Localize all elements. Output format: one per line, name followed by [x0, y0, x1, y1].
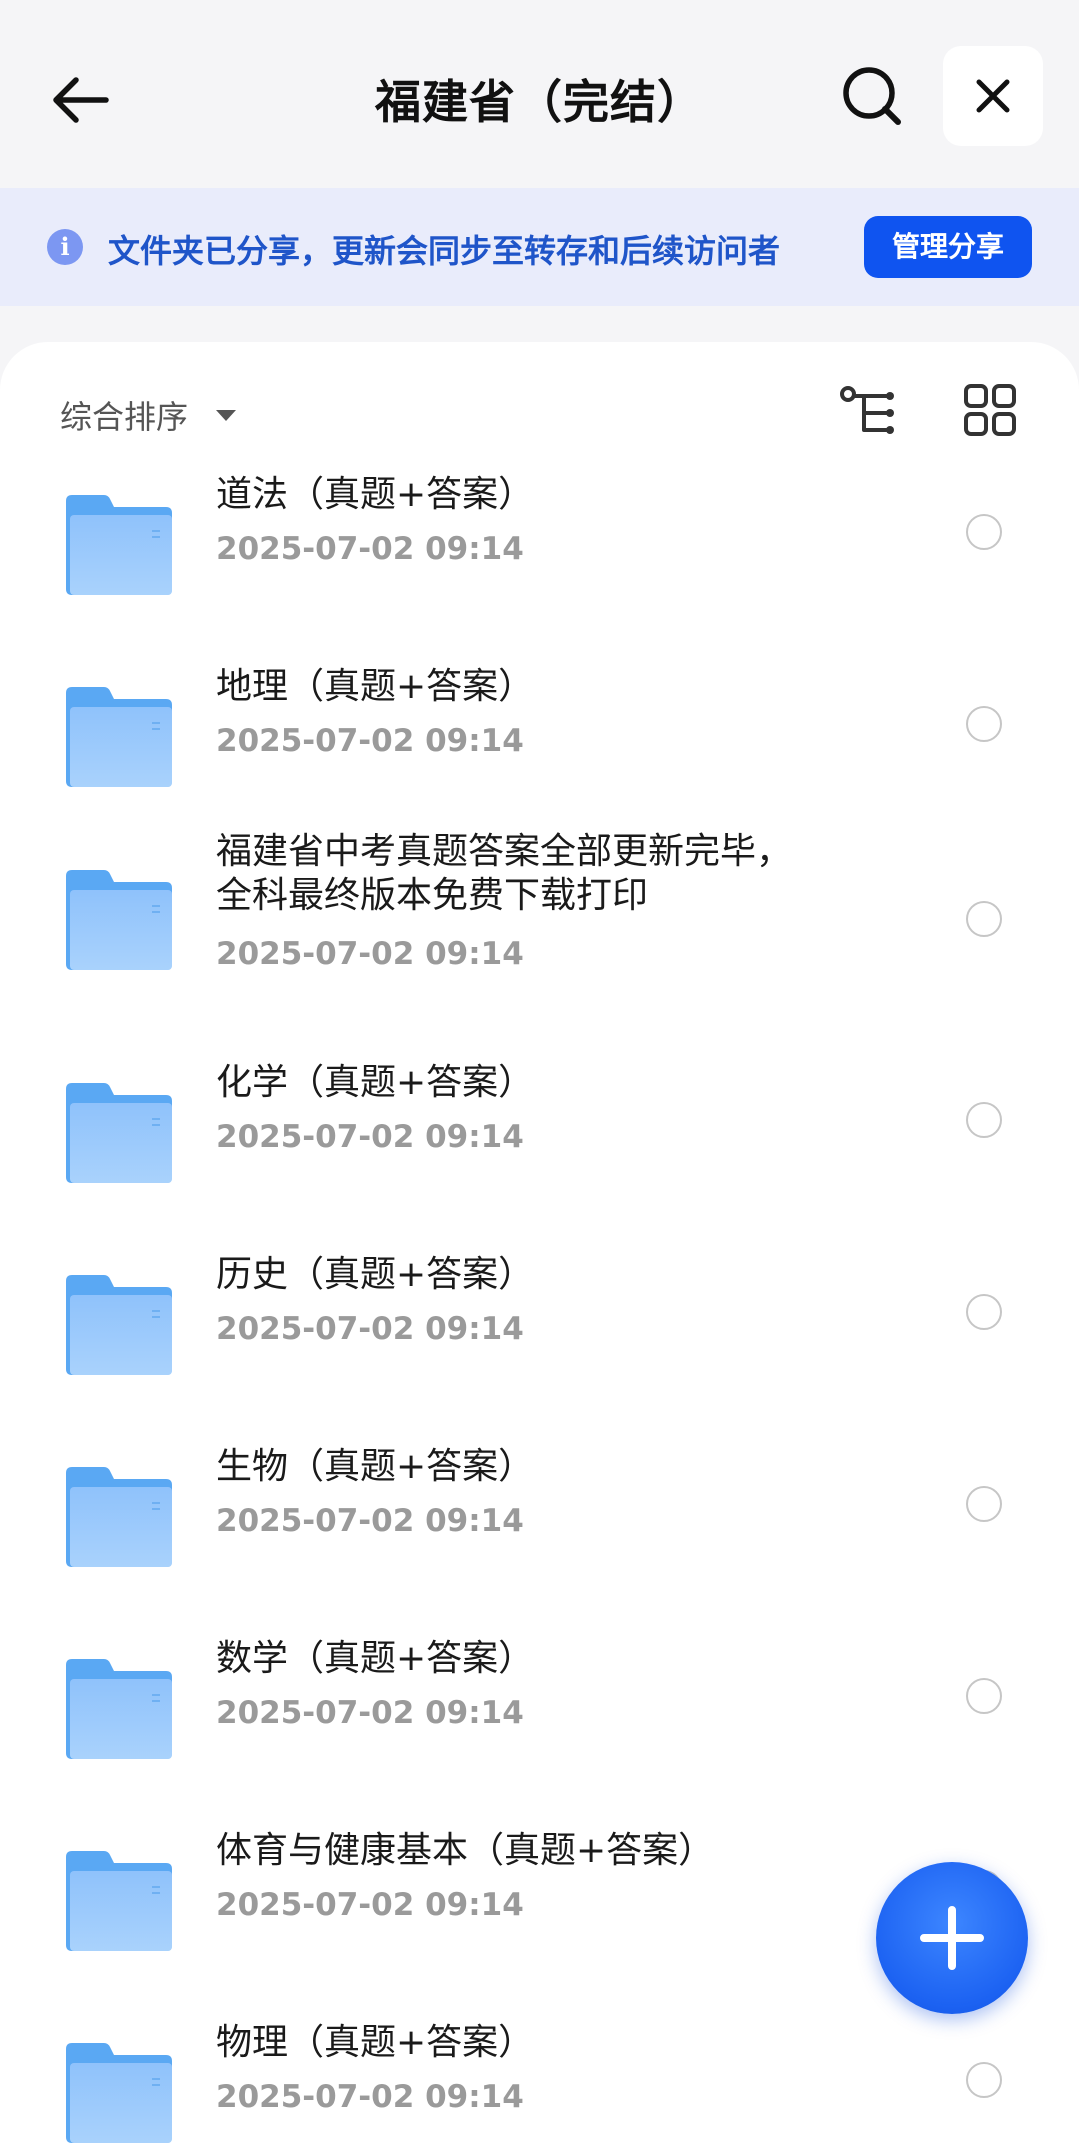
file-row[interactable]: 生物（真题+答案） 2025-07-02 09:14	[0, 1427, 1079, 1617]
select-radio[interactable]	[966, 1678, 1002, 1714]
folder-icon	[66, 495, 172, 595]
file-date: 2025-07-02 09:14	[216, 2079, 524, 2115]
folder-icon	[66, 1659, 172, 1759]
file-name: 历史（真题+答案）	[216, 1254, 535, 1295]
file-name: 体育与健康基本（真题+答案）	[216, 1830, 715, 1871]
folder-icon	[66, 1851, 172, 1951]
close-icon	[976, 79, 1010, 113]
file-row[interactable]: 物理（真题+答案） 2025-07-02 09:14	[0, 2003, 1079, 2154]
file-name: 地理（真题+答案）	[216, 666, 535, 707]
page-title: 福建省（完结）	[375, 75, 704, 129]
grid-view-icon	[964, 384, 1016, 436]
add-button[interactable]	[876, 1862, 1028, 2014]
folder-icon	[66, 1275, 172, 1375]
info-icon: i	[47, 229, 83, 265]
file-row[interactable]: 历史（真题+答案） 2025-07-02 09:14	[0, 1235, 1079, 1425]
file-date: 2025-07-02 09:14	[216, 1503, 524, 1539]
file-date: 2025-07-02 09:14	[216, 1119, 524, 1155]
caret-down-icon	[216, 409, 237, 421]
file-row[interactable]: 化学（真题+答案） 2025-07-02 09:14	[0, 1043, 1079, 1233]
file-date: 2025-07-02 09:14	[216, 1311, 524, 1347]
folder-icon	[66, 2043, 172, 2143]
manage-share-button[interactable]: 管理分享	[864, 216, 1032, 278]
sort-dropdown[interactable]: 综合排序	[60, 392, 237, 438]
file-name: 福建省中考真题答案全部更新完毕， 全科最终版本免费下载打印	[216, 831, 793, 916]
select-radio[interactable]	[966, 706, 1002, 742]
search-icon	[843, 67, 901, 125]
file-row[interactable]: 道法（真题+答案） 2025-07-02 09:14	[0, 455, 1079, 645]
file-name: 生物（真题+答案）	[216, 1446, 535, 1487]
select-radio[interactable]	[966, 901, 1002, 937]
top-bar: 福建省（完结）	[0, 0, 1079, 188]
select-radio[interactable]	[966, 514, 1002, 550]
file-date: 2025-07-02 09:14	[216, 936, 524, 972]
search-button[interactable]	[832, 56, 912, 136]
file-name: 道法（真题+答案）	[216, 474, 535, 515]
grid-view-button[interactable]	[964, 384, 1016, 436]
tree-view-icon	[840, 386, 894, 434]
file-date: 2025-07-02 09:14	[216, 531, 524, 567]
plus-icon	[920, 1906, 984, 1970]
file-name: 化学（真题+答案）	[216, 1062, 535, 1103]
tree-view-button[interactable]	[838, 384, 900, 440]
file-name: 物理（真题+答案）	[216, 2022, 535, 2063]
select-radio[interactable]	[966, 2062, 1002, 2098]
select-radio[interactable]	[966, 1294, 1002, 1330]
folder-icon	[66, 870, 172, 970]
file-row[interactable]: 福建省中考真题答案全部更新完毕， 全科最终版本免费下载打印 2025-07-02 …	[0, 822, 1079, 1012]
close-button[interactable]	[943, 46, 1043, 146]
file-date: 2025-07-02 09:14	[216, 1887, 524, 1923]
folder-icon	[66, 1083, 172, 1183]
select-radio[interactable]	[966, 1486, 1002, 1522]
sort-label: 综合排序	[60, 398, 189, 436]
folder-icon	[66, 687, 172, 787]
file-row[interactable]: 地理（真题+答案） 2025-07-02 09:14	[0, 647, 1079, 837]
share-notice-text: 文件夹已分享，更新会同步至转存和后续访问者	[108, 232, 781, 270]
folder-icon	[66, 1467, 172, 1567]
file-date: 2025-07-02 09:14	[216, 1695, 524, 1731]
select-radio[interactable]	[966, 1102, 1002, 1138]
file-name: 数学（真题+答案）	[216, 1638, 535, 1679]
file-row[interactable]: 数学（真题+答案） 2025-07-02 09:14	[0, 1619, 1079, 1809]
file-date: 2025-07-02 09:14	[216, 723, 524, 759]
